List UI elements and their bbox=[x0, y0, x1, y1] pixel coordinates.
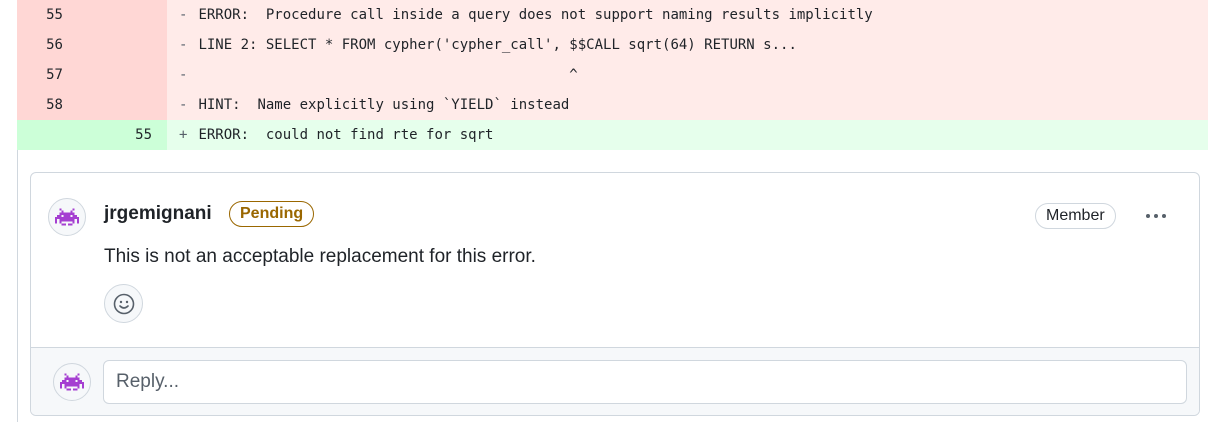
diff-text: LINE 2: SELECT * FROM cypher('cypher_cal… bbox=[198, 37, 797, 53]
diff-sign: - bbox=[179, 97, 188, 113]
new-line-number[interactable]: 55 bbox=[92, 120, 167, 150]
avatar[interactable] bbox=[48, 198, 86, 236]
diff-code: - ERROR: Procedure call inside a query d… bbox=[167, 0, 1208, 30]
space-invader-icon bbox=[60, 373, 84, 391]
review-comment-thread: jrgemignani Pending Member This is not a… bbox=[30, 172, 1200, 416]
diff-sign: - bbox=[179, 67, 188, 83]
old-line-number[interactable]: 58 bbox=[17, 90, 92, 120]
diff-text: ^ bbox=[198, 67, 578, 83]
diff-row-deletion: 57 - ^ bbox=[17, 60, 1208, 90]
kebab-horizontal-icon[interactable] bbox=[1141, 201, 1171, 231]
pending-badge: Pending bbox=[229, 201, 315, 227]
diff-row-deletion: 58 - HINT: Name explicitly using `YIELD`… bbox=[17, 90, 1208, 120]
diff-code: - ^ bbox=[167, 60, 1208, 90]
diff-sign: - bbox=[179, 37, 188, 53]
new-line-number[interactable] bbox=[92, 0, 167, 30]
diff-row-addition: 55 + ERROR: could not find rte for sqrt bbox=[17, 120, 1208, 150]
space-invader-icon bbox=[55, 208, 79, 226]
review-comment: jrgemignani Pending Member This is not a… bbox=[31, 173, 1199, 347]
diff-code: + ERROR: could not find rte for sqrt bbox=[167, 120, 1208, 150]
diff-row-deletion: 56 - LINE 2: SELECT * FROM cypher('cyphe… bbox=[17, 30, 1208, 60]
new-line-number[interactable] bbox=[92, 30, 167, 60]
old-line-number[interactable]: 55 bbox=[17, 0, 92, 30]
old-line-number[interactable] bbox=[17, 120, 92, 150]
diff-code: - HINT: Name explicitly using `YIELD` in… bbox=[167, 90, 1208, 120]
comment-author[interactable]: jrgemignani bbox=[104, 201, 212, 227]
diff-sign: - bbox=[179, 7, 188, 23]
avatar[interactable] bbox=[53, 363, 91, 401]
diff-sign: + bbox=[179, 127, 188, 143]
smiley-icon bbox=[113, 293, 134, 314]
reply-area bbox=[31, 347, 1199, 415]
reply-input[interactable] bbox=[103, 360, 1187, 404]
diff-text: ERROR: Procedure call inside a query doe… bbox=[198, 7, 873, 23]
new-line-number[interactable] bbox=[92, 60, 167, 90]
old-line-number[interactable]: 57 bbox=[17, 60, 92, 90]
add-reaction-button[interactable] bbox=[104, 284, 143, 323]
diff-row-deletion: 55 - ERROR: Procedure call inside a quer… bbox=[17, 0, 1208, 30]
old-line-number[interactable]: 56 bbox=[17, 30, 92, 60]
diff-code: - LINE 2: SELECT * FROM cypher('cypher_c… bbox=[167, 30, 1208, 60]
member-badge: Member bbox=[1035, 203, 1116, 229]
new-line-number[interactable] bbox=[92, 90, 167, 120]
diff-view: 55 - ERROR: Procedure call inside a quer… bbox=[17, 0, 1208, 150]
comment-body: This is not an acceptable replacement fo… bbox=[104, 246, 536, 267]
diff-text: ERROR: could not find rte for sqrt bbox=[198, 127, 494, 143]
diff-text: HINT: Name explicitly using `YIELD` inst… bbox=[198, 97, 570, 113]
thread-border bbox=[17, 150, 18, 422]
